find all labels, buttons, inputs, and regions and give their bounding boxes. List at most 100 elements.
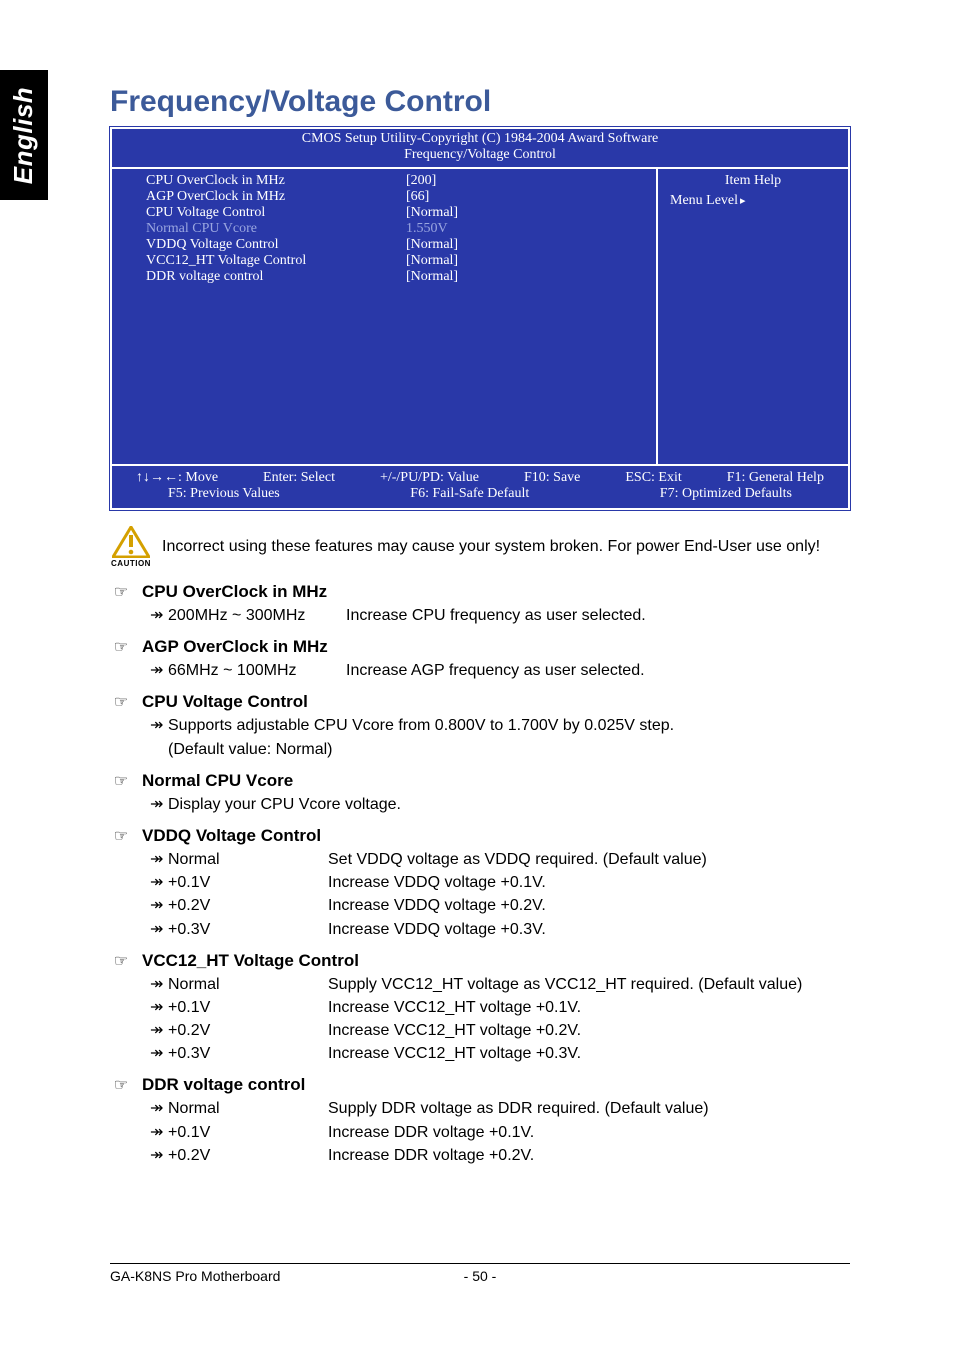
option-value: Supply DDR voltage as DDR required. (Def… (328, 1097, 850, 1120)
bios-setting-value: [Normal] (406, 253, 648, 269)
bios-setting-label: CPU OverClock in MHz (146, 173, 406, 189)
option-key: +0.2V (168, 1144, 328, 1167)
hand-icon: ☞ (110, 951, 132, 971)
bios-setting-row: VCC12_HT Voltage Control[Normal] (146, 253, 648, 269)
section-line: ↠200MHz ~ 300MHzIncrease CPU frequency a… (110, 604, 850, 627)
option-value: Increase VCC12_HT voltage +0.1V. (328, 996, 850, 1019)
bios-setting-value: [66] (406, 189, 648, 205)
bios-setting-row: DDR voltage control[Normal] (146, 269, 648, 285)
hand-icon: ☞ (110, 1075, 132, 1095)
option-value: Supply VCC12_HT voltage as VCC12_HT requ… (328, 973, 850, 996)
option-value: Increase DDR voltage +0.2V. (328, 1144, 850, 1167)
arrow-icon: ↠ (150, 848, 168, 871)
option-range: 200MHz ~ 300MHz (168, 604, 346, 627)
option-desc: Increase CPU frequency as user selected. (346, 604, 850, 627)
option-row: ↠NormalSupply DDR voltage as DDR require… (110, 1097, 850, 1120)
footer-page: - 50 - (420, 1268, 540, 1284)
arrow-icon: ↠ (150, 871, 168, 894)
bios-setting-label: VDDQ Voltage Control (146, 237, 406, 253)
section-title: Normal CPU Vcore (142, 771, 293, 791)
page-content: Frequency/Voltage Control CMOS Setup Uti… (110, 85, 850, 1177)
hand-icon: ☞ (110, 637, 132, 657)
bios-setting-row: CPU OverClock in MHz[200] (146, 173, 648, 189)
option-row: ↠+0.1VIncrease DDR voltage +0.1V. (110, 1121, 850, 1144)
section-heading: ☞ VDDQ Voltage Control (110, 826, 850, 846)
section-title: VCC12_HT Voltage Control (142, 951, 359, 971)
section-heading: ☞ CPU OverClock in MHz (110, 582, 850, 602)
option-key: +0.3V (168, 918, 328, 941)
footer-spacer (540, 1268, 850, 1284)
option-sections: ☞CPU OverClock in MHz↠200MHz ~ 300MHzInc… (110, 582, 850, 1167)
section-note: (Default value: Normal) (110, 738, 850, 761)
hand-icon: ☞ (110, 582, 132, 602)
section-title: DDR voltage control (142, 1075, 305, 1095)
section-line: ↠Supports adjustable CPU Vcore from 0.80… (110, 714, 850, 737)
option-key: +0.2V (168, 1019, 328, 1042)
arrow-icon: ↠ (150, 1019, 168, 1042)
footer-model: GA-K8NS Pro Motherboard (110, 1268, 420, 1284)
arrow-icon: ↠ (150, 1121, 168, 1144)
section-heading: ☞ AGP OverClock in MHz (110, 637, 850, 657)
option-key: +0.2V (168, 894, 328, 917)
option-section: ☞ CPU OverClock in MHz↠200MHz ~ 300MHzInc… (110, 582, 850, 627)
hand-icon: ☞ (110, 826, 132, 846)
bios-header-line1: CMOS Setup Utility-Copyright (C) 1984-20… (112, 131, 848, 147)
option-key: +0.1V (168, 871, 328, 894)
caution-icon: CAUTION (110, 526, 152, 568)
option-value: Increase VCC12_HT voltage +0.3V. (328, 1042, 850, 1065)
bios-header: CMOS Setup Utility-Copyright (C) 1984-20… (112, 129, 848, 169)
bios-footer-hint: ESC: Exit (625, 470, 681, 486)
section-title: CPU Voltage Control (142, 692, 308, 712)
section-title: VDDQ Voltage Control (142, 826, 321, 846)
option-value: Increase DDR voltage +0.1V. (328, 1121, 850, 1144)
option-row: ↠NormalSupply VCC12_HT voltage as VCC12_… (110, 973, 850, 996)
bios-setting-row: AGP OverClock in MHz[66] (146, 189, 648, 205)
page-title: Frequency/Voltage Control (110, 85, 850, 119)
bios-setting-value: 1.550V (406, 221, 648, 237)
caution-block: CAUTION Incorrect using these features m… (110, 526, 850, 568)
bios-footer-hint: F1: General Help (727, 470, 824, 486)
language-tab: English (0, 70, 48, 200)
option-desc: Increase AGP frequency as user selected. (346, 659, 850, 682)
section-title: AGP OverClock in MHz (142, 637, 328, 657)
hand-icon: ☞ (110, 692, 132, 712)
option-key: +0.3V (168, 1042, 328, 1065)
arrow-icon: ↠ (150, 894, 168, 917)
bios-footer-hint: ↑↓→←: Move (136, 470, 218, 486)
arrow-icon: ↠ (150, 1144, 168, 1167)
arrow-icon: ↠ (150, 1042, 168, 1065)
bios-footer-hint: +/-/PU/PD: Value (380, 470, 479, 486)
option-value: Increase VDDQ voltage +0.3V. (328, 918, 850, 941)
section-heading: ☞Normal CPU Vcore (110, 771, 850, 791)
bios-help-pane: Item Help Menu Level (658, 169, 848, 464)
option-key: Normal (168, 1097, 328, 1120)
section-title: CPU OverClock in MHz (142, 582, 327, 602)
bios-setting-value: [Normal] (406, 237, 648, 253)
bios-screen: CMOS Setup Utility-Copyright (C) 1984-20… (110, 127, 850, 510)
option-value: Set VDDQ voltage as VDDQ required. (Defa… (328, 848, 850, 871)
bios-setting-label: Normal CPU Vcore (146, 221, 406, 237)
section-line: ↠66MHz ~ 100MHzIncrease AGP frequency as… (110, 659, 850, 682)
bios-setting-label: CPU Voltage Control (146, 205, 406, 221)
menu-level-label: Menu Level (670, 193, 836, 209)
section-heading: ☞ VCC12_HT Voltage Control (110, 951, 850, 971)
option-value: Increase VDDQ voltage +0.2V. (328, 894, 850, 917)
option-row: ↠+0.1VIncrease VDDQ voltage +0.1V. (110, 871, 850, 894)
option-row: ↠+0.3VIncrease VDDQ voltage +0.3V. (110, 918, 850, 941)
bios-header-line2: Frequency/Voltage Control (112, 147, 848, 163)
option-section: ☞ AGP OverClock in MHz↠66MHz ~ 100MHzIncr… (110, 637, 850, 682)
bios-setting-row: Normal CPU Vcore1.550V (146, 221, 648, 237)
arrow-icon: ↠ (150, 1097, 168, 1120)
option-key: +0.1V (168, 1121, 328, 1144)
option-section: ☞ CPU Voltage Control↠Supports adjustable… (110, 692, 850, 760)
bios-footer-hint: F5: Previous Values (168, 486, 280, 502)
option-row: ↠+0.2VIncrease DDR voltage +0.2V. (110, 1144, 850, 1167)
bios-setting-value: [200] (406, 173, 648, 189)
arrow-icon: ↠ (150, 659, 168, 682)
language-label: English (9, 86, 40, 183)
option-section: ☞DDR voltage control↠NormalSupply DDR vo… (110, 1075, 850, 1167)
arrow-icon: ↠ (150, 996, 168, 1019)
option-row: ↠+0.2VIncrease VCC12_HT voltage +0.2V. (110, 1019, 850, 1042)
option-row: ↠+0.1VIncrease VCC12_HT voltage +0.1V. (110, 996, 850, 1019)
bios-footer-hint: Enter: Select (263, 470, 335, 486)
